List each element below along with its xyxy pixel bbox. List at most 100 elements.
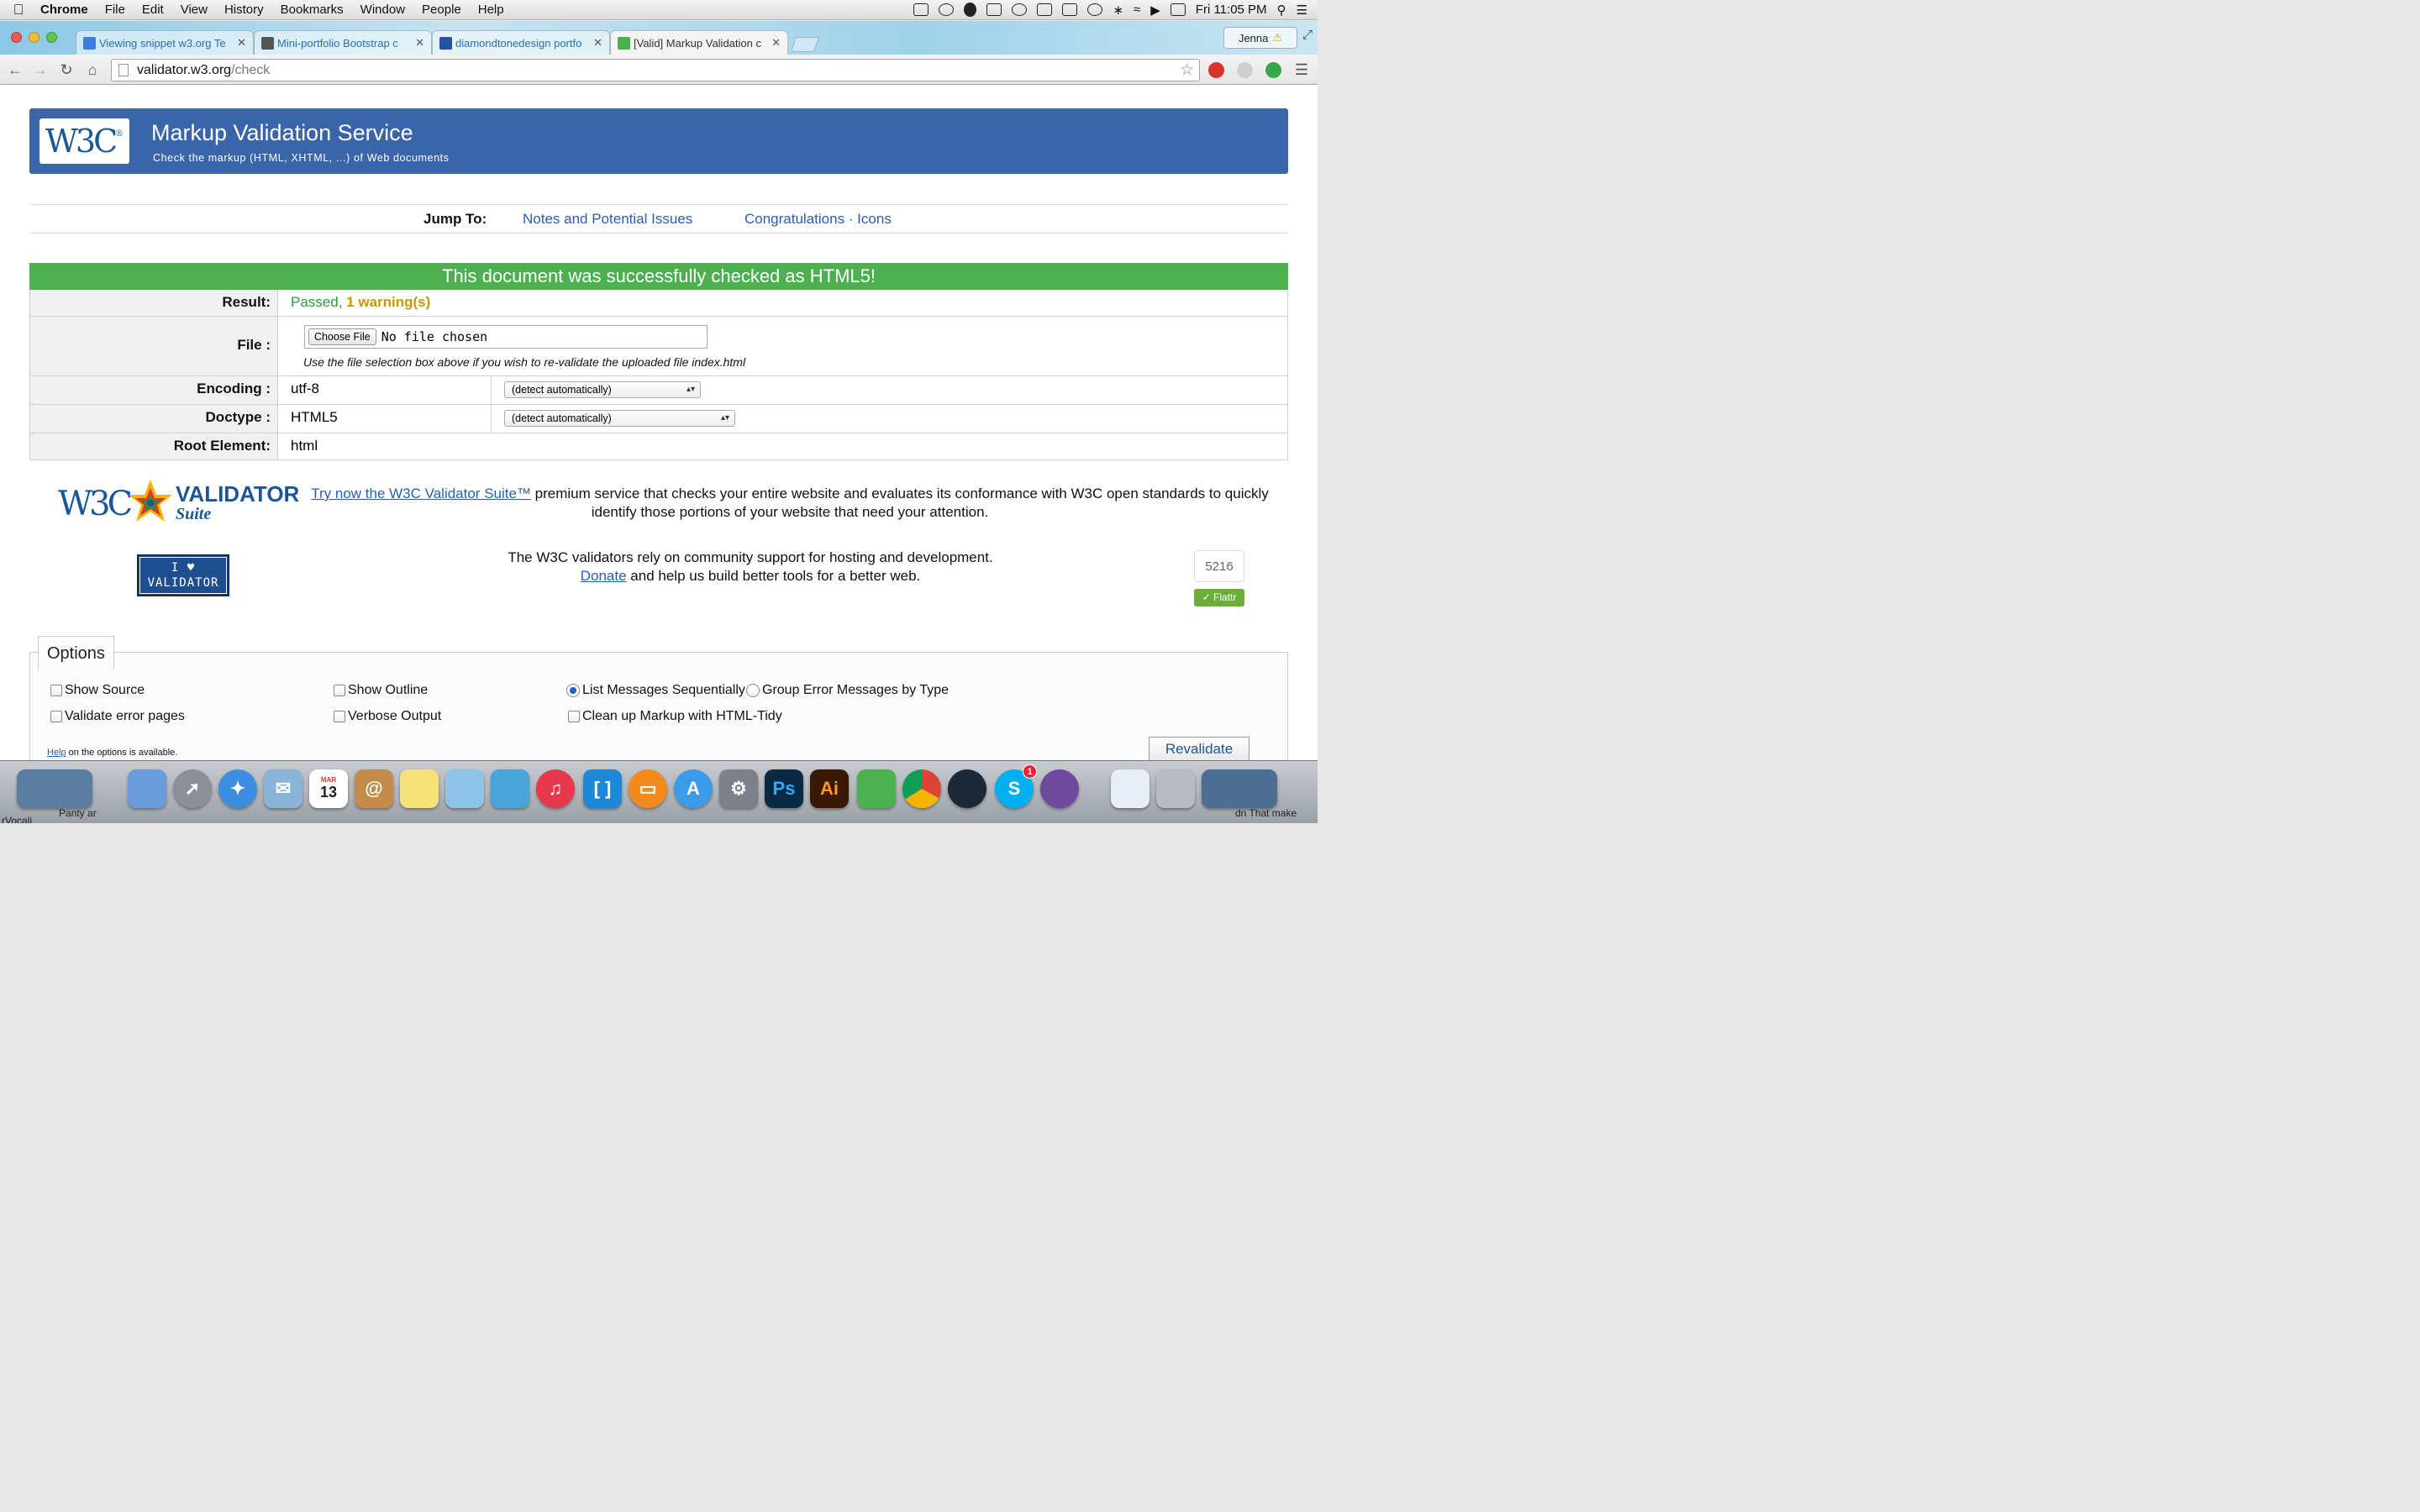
chrome-icon[interactable] (902, 769, 941, 808)
notification-center-icon[interactable]: ☰ (1297, 3, 1307, 18)
menu-app-chrome[interactable]: Chrome (37, 3, 97, 17)
github-icon[interactable] (1040, 769, 1079, 808)
iphoto-icon[interactable] (491, 769, 529, 808)
menu-window[interactable]: Window (352, 3, 413, 17)
skype-icon[interactable]: S1 (995, 764, 1037, 808)
jump-notes-link[interactable]: Notes and Potential Issues (523, 211, 692, 228)
address-bar[interactable]: validator.w3.org /check ☆ (111, 59, 1200, 81)
menu-clock[interactable]: Fri 11:05 PM (1196, 3, 1267, 17)
menu-bookmarks[interactable]: Bookmarks (272, 3, 352, 17)
preview-icon[interactable] (445, 769, 484, 808)
suite-promo-link[interactable]: Try now the W3C Validator Suite™ (311, 486, 531, 501)
profile-button[interactable]: Jenna ⚠ (1223, 27, 1297, 49)
group-by-type-option[interactable]: Group Error Messages by Type (746, 683, 949, 698)
list-sequential-radio[interactable] (566, 684, 580, 697)
options-help-link[interactable]: Help (47, 748, 66, 758)
i-love-validator-badge[interactable]: I ♥ VALIDATOR (137, 554, 229, 596)
menu-extra-icon[interactable] (986, 3, 1002, 16)
trash-icon[interactable] (1156, 769, 1195, 808)
evernote-extension-icon[interactable] (1265, 62, 1281, 78)
mail-icon[interactable]: ✉ (264, 769, 302, 808)
forward-icon[interactable]: → (30, 60, 50, 80)
dropbox-icon[interactable] (913, 3, 929, 16)
minimized-window-thumbnail[interactable] (17, 769, 92, 808)
wifi-icon[interactable]: ≈ (1134, 3, 1140, 17)
finder-icon[interactable] (128, 769, 166, 808)
tab-diamondtone[interactable]: diamondtonedesign portfo ✕ (432, 30, 610, 55)
tab-viewing-snippet[interactable]: Viewing snippet w3.org Te ✕ (76, 30, 254, 55)
spotlight-search-icon[interactable]: ⚲ (1277, 3, 1286, 18)
show-outline-option[interactable]: Show Outline (334, 683, 428, 698)
encoding-select[interactable]: (detect automatically) ▴▾ (504, 381, 701, 398)
steam-icon[interactable] (948, 769, 986, 808)
verbose-output-option[interactable]: Verbose Output (334, 709, 441, 724)
tab-markup-validation[interactable]: [Valid] Markup Validation c ✕ (610, 30, 788, 55)
menu-file[interactable]: File (97, 3, 134, 17)
safari-icon[interactable]: ✦ (218, 769, 257, 808)
display-icon[interactable] (1037, 3, 1053, 16)
back-icon[interactable]: ← (5, 60, 25, 80)
itunes-icon[interactable]: ♫ (536, 769, 575, 808)
tab-close-icon[interactable]: ✕ (415, 36, 424, 50)
menu-edit[interactable]: Edit (134, 3, 172, 17)
tab-close-icon[interactable]: ✕ (237, 36, 246, 50)
airplay-icon[interactable] (1062, 3, 1078, 16)
extension-icon[interactable] (1237, 62, 1253, 78)
contacts-icon[interactable]: @ (355, 769, 393, 808)
notes-icon[interactable] (400, 769, 439, 808)
volume-icon[interactable]: ▶ (1150, 3, 1160, 18)
evernote-status-icon[interactable] (964, 3, 977, 17)
menu-help[interactable]: Help (470, 3, 513, 17)
time-machine-icon[interactable] (1087, 3, 1103, 16)
validate-error-pages-option[interactable]: Validate error pages (50, 709, 185, 724)
validator-suite-logo[interactable]: W3C VALIDATOR Suite (58, 473, 299, 530)
minimized-window-thumbnail[interactable] (1202, 769, 1277, 808)
brackets-icon[interactable]: [ ] (583, 769, 622, 808)
choose-file-button[interactable]: Choose File (308, 328, 376, 345)
file-input[interactable]: Choose File No file chosen (304, 325, 708, 349)
verbose-output-checkbox[interactable] (334, 711, 345, 722)
fullscreen-icon[interactable]: ⤢ (1302, 28, 1313, 42)
show-outline-checkbox[interactable] (334, 685, 345, 696)
photoshop-icon[interactable]: Ps (765, 769, 803, 808)
close-window-button[interactable] (11, 32, 22, 43)
cleanup-tidy-checkbox[interactable] (568, 711, 580, 722)
group-by-type-radio[interactable] (746, 684, 760, 697)
menu-view[interactable]: View (172, 3, 216, 17)
bluetooth-icon[interactable]: ∗ (1113, 3, 1123, 18)
apple-menu-icon[interactable]:  (0, 2, 37, 18)
adblock-extension-icon[interactable] (1208, 62, 1224, 78)
system-preferences-icon[interactable]: ⚙ (719, 769, 758, 808)
chrome-menu-icon[interactable]: ☰ (1292, 60, 1312, 80)
reload-icon[interactable]: ↻ (56, 60, 76, 80)
tab-close-icon[interactable]: ✕ (771, 36, 781, 50)
donate-link[interactable]: Donate (581, 568, 627, 584)
options-legend[interactable]: Options (38, 636, 114, 669)
minimize-window-button[interactable] (29, 32, 39, 43)
w3c-logo[interactable]: W3C ® (39, 118, 129, 164)
documents-stack-icon[interactable] (1111, 769, 1150, 808)
revalidate-button[interactable]: Revalidate (1149, 737, 1249, 760)
calendar-icon[interactable]: MAR 13 (309, 769, 348, 808)
illustrator-icon[interactable]: Ai (810, 769, 849, 808)
show-source-checkbox[interactable] (50, 685, 62, 696)
ibooks-icon[interactable]: ▭ (629, 769, 667, 808)
menu-extra-round-icon[interactable] (1012, 3, 1028, 16)
tab-close-icon[interactable]: ✕ (593, 36, 602, 50)
evernote-icon[interactable] (857, 769, 896, 808)
menu-people[interactable]: People (413, 3, 470, 17)
jump-congratulations-link[interactable]: Congratulations · Icons (744, 211, 892, 228)
creative-cloud-icon[interactable] (939, 3, 955, 16)
validate-error-pages-checkbox[interactable] (50, 711, 62, 722)
bookmark-star-icon[interactable]: ☆ (1180, 60, 1194, 80)
warnings-link[interactable]: 1 warning(s) (346, 294, 430, 310)
new-tab-button[interactable] (791, 37, 819, 52)
launchpad-icon[interactable]: ➚ (173, 769, 212, 808)
home-icon[interactable]: ⌂ (82, 60, 103, 80)
app-store-icon[interactable]: A (674, 769, 713, 808)
show-source-option[interactable]: Show Source (50, 683, 145, 698)
doctype-select[interactable]: (detect automatically) ▴▾ (504, 410, 735, 427)
cleanup-tidy-option[interactable]: Clean up Markup with HTML-Tidy (568, 709, 782, 724)
menu-history[interactable]: History (216, 3, 272, 17)
flattr-button[interactable]: ✓ Flattr (1194, 589, 1244, 606)
